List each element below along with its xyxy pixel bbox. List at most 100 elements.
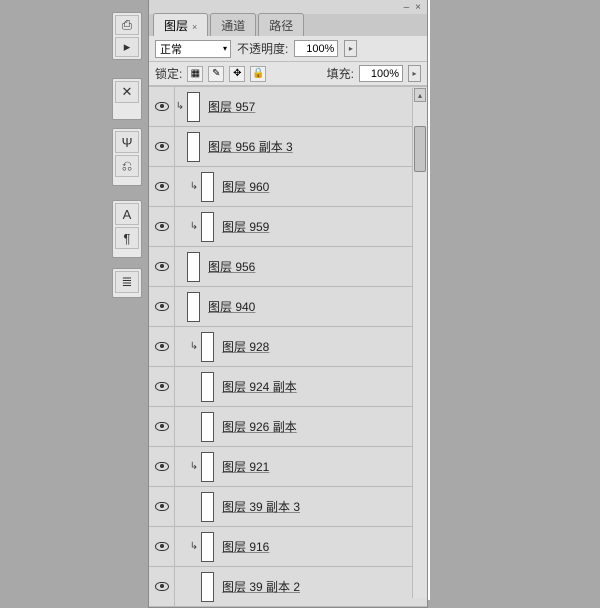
blend-mode-select[interactable]: 正常 ▾ [155, 40, 231, 58]
layer-thumbnail[interactable] [201, 372, 214, 402]
layer-name-label[interactable]: 图层 926 副本 [222, 418, 297, 435]
layer-row[interactable]: ↳ 图层 921 [149, 447, 427, 487]
clipping-arrow-icon: ↳ [189, 461, 199, 472]
layer-name-label[interactable]: 图层 916 [222, 538, 269, 555]
panel-tabs: 图层×通道路径 [149, 14, 427, 36]
lock-all-icon[interactable]: 🔒 [250, 66, 266, 82]
tool-icon[interactable]: A [115, 203, 139, 225]
layer-name-label[interactable]: 图层 957 [208, 98, 255, 115]
clipping-arrow-icon: ↳ [189, 541, 199, 552]
layer-thumbnail[interactable] [201, 412, 214, 442]
layer-name-label[interactable]: 图层 956 [208, 258, 255, 275]
layer-row[interactable]: ↳ 图层 959 [149, 207, 427, 247]
visibility-toggle[interactable] [149, 327, 175, 366]
eye-icon [155, 422, 169, 431]
eye-icon [155, 542, 169, 551]
layer-name-label[interactable]: 图层 39 副本 3 [222, 498, 300, 515]
visibility-toggle[interactable] [149, 287, 175, 326]
layer-thumbnail[interactable] [201, 332, 214, 362]
layer-row[interactable]: 图层 926 副本 [149, 407, 427, 447]
layer-row[interactable]: ↳ 图层 928 [149, 327, 427, 367]
eye-icon [155, 582, 169, 591]
clipping-arrow-icon: ↳ [189, 221, 199, 232]
fill-input[interactable]: 100% [359, 65, 403, 82]
eye-icon [155, 342, 169, 351]
fill-label: 填充: [327, 65, 354, 82]
layer-name-label[interactable]: 图层 39 副本 2 [222, 578, 300, 595]
tool-icon[interactable]: ¶ [115, 227, 139, 249]
layer-thumbnail[interactable] [201, 532, 214, 562]
visibility-toggle[interactable] [149, 127, 175, 166]
tool-icon[interactable]: ⎙ [115, 15, 139, 35]
eye-icon [155, 102, 169, 111]
layer-name-label[interactable]: 图层 921 [222, 458, 269, 475]
layer-row[interactable]: ↳图层 957 [149, 87, 427, 127]
tab-1[interactable]: 通道 [210, 13, 256, 36]
layer-row[interactable]: 图层 924 副本 [149, 367, 427, 407]
tool-icon[interactable]: ⎌ [115, 155, 139, 177]
layer-thumbnail[interactable] [187, 252, 200, 282]
layer-name-label[interactable]: 图层 960 [222, 178, 269, 195]
layer-row[interactable]: 图层 956 副本 3 [149, 127, 427, 167]
clipping-arrow-icon: ↳ [189, 181, 199, 192]
blend-mode-value: 正常 [160, 41, 182, 57]
lock-move-icon[interactable]: ✥ [229, 66, 245, 82]
tab-close-icon[interactable]: × [192, 22, 197, 32]
visibility-toggle[interactable] [149, 167, 175, 206]
tool-group-2: ✕ [112, 78, 142, 120]
visibility-toggle[interactable] [149, 407, 175, 446]
close-icon[interactable]: × [415, 2, 421, 13]
blend-row: 正常 ▾ 不透明度: 100% ▸ [149, 36, 427, 62]
tool-icon[interactable]: ▸ [115, 37, 139, 57]
eye-icon [155, 182, 169, 191]
visibility-toggle[interactable] [149, 567, 175, 606]
opacity-arrow-icon[interactable]: ▸ [344, 40, 357, 57]
minimize-icon[interactable]: – [404, 2, 410, 13]
tool-icon[interactable]: ✕ [115, 81, 139, 103]
eye-icon [155, 382, 169, 391]
layer-thumbnail[interactable] [201, 452, 214, 482]
layer-row[interactable]: 图层 940 [149, 287, 427, 327]
layer-name-label[interactable]: 图层 959 [222, 218, 269, 235]
eye-icon [155, 502, 169, 511]
layer-name-label[interactable]: 图层 940 [208, 298, 255, 315]
lock-brush-icon[interactable]: ✎ [208, 66, 224, 82]
visibility-toggle[interactable] [149, 87, 175, 126]
tool-group-3: Ψ ⎌ [112, 128, 142, 186]
clipping-arrow-icon: ↳ [189, 341, 199, 352]
layer-thumbnail[interactable] [201, 172, 214, 202]
eye-icon [155, 462, 169, 471]
visibility-toggle[interactable] [149, 487, 175, 526]
layer-thumbnail[interactable] [201, 492, 214, 522]
layer-row[interactable]: 图层 956 [149, 247, 427, 287]
visibility-toggle[interactable] [149, 447, 175, 486]
tool-icon[interactable]: Ψ [115, 131, 139, 153]
visibility-toggle[interactable] [149, 207, 175, 246]
lock-transparency-icon[interactable]: ▦ [187, 66, 203, 82]
layer-row[interactable]: ↳ 图层 916 [149, 527, 427, 567]
layer-name-label[interactable]: 图层 924 副本 [222, 378, 297, 395]
layer-thumbnail[interactable] [201, 212, 214, 242]
layer-row[interactable]: 图层 39 副本 3 [149, 487, 427, 527]
fill-arrow-icon[interactable]: ▸ [408, 65, 421, 82]
tab-0[interactable]: 图层× [153, 13, 208, 36]
layer-name-label[interactable]: 图层 928 [222, 338, 269, 355]
opacity-input[interactable]: 100% [294, 40, 338, 57]
visibility-toggle[interactable] [149, 247, 175, 286]
layer-row[interactable]: 图层 39 副本 2 [149, 567, 427, 607]
layer-name-label[interactable]: 图层 956 副本 3 [208, 138, 293, 155]
tab-2[interactable]: 路径 [258, 13, 304, 36]
scrollbar-track[interactable]: ▴ [412, 88, 427, 598]
layer-thumbnail[interactable] [187, 92, 200, 122]
layers-panel: – × 图层×通道路径 正常 ▾ 不透明度: 100% ▸ 锁定: ▦ ✎ ✥ … [148, 0, 428, 608]
scroll-up-icon[interactable]: ▴ [414, 88, 426, 102]
tool-icon[interactable]: ≣ [115, 271, 139, 293]
visibility-toggle[interactable] [149, 367, 175, 406]
scrollbar-thumb[interactable] [414, 126, 426, 172]
layer-thumbnail[interactable] [201, 572, 214, 602]
tool-group-4: A ¶ [112, 200, 142, 258]
layer-thumbnail[interactable] [187, 132, 200, 162]
layer-row[interactable]: ↳ 图层 960 [149, 167, 427, 207]
layer-thumbnail[interactable] [187, 292, 200, 322]
visibility-toggle[interactable] [149, 527, 175, 566]
